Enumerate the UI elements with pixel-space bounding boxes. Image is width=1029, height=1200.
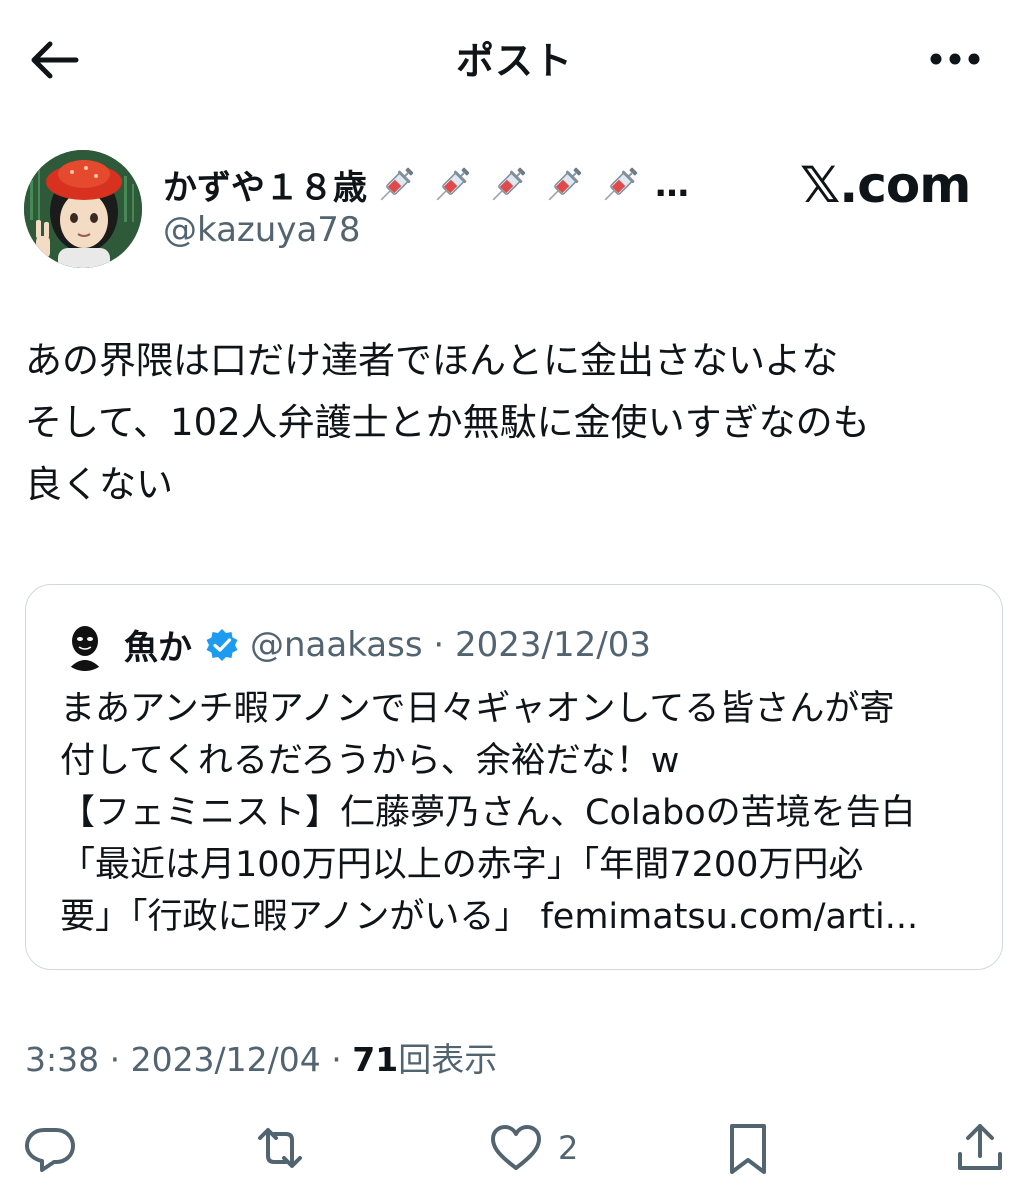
post-meta: 3:38 · 2023/12/04 · 71回表示 xyxy=(25,1033,497,1081)
like-count: 2 xyxy=(558,1129,579,1167)
syringe-icon xyxy=(380,167,414,200)
syringe-icon xyxy=(604,167,638,200)
name-ellipsis: … xyxy=(655,164,689,205)
share-button[interactable] xyxy=(952,1116,1008,1180)
bookmark-icon xyxy=(730,1124,766,1174)
views-label: 回表示 xyxy=(398,1040,498,1079)
avatar-illustration xyxy=(24,150,142,268)
quote-author-avatar[interactable] xyxy=(59,619,111,671)
views-count: 71 xyxy=(352,1040,399,1079)
like-button[interactable]: 2 xyxy=(488,1116,578,1180)
bookmark-button[interactable] xyxy=(720,1116,776,1180)
syringe-icon xyxy=(436,167,470,200)
back-button[interactable] xyxy=(22,32,86,88)
author-avatar[interactable] xyxy=(24,150,142,268)
retweet-button[interactable] xyxy=(252,1116,308,1180)
page-title: ポスト xyxy=(455,39,573,83)
post-timestamp[interactable]: 3:38 · 2023/12/04 · xyxy=(25,1040,352,1079)
xcom-watermark: 𝕏.com xyxy=(800,156,971,214)
syringe-emoji-list xyxy=(373,162,653,208)
quote-avatar-illustration xyxy=(59,619,111,671)
more-options-button[interactable] xyxy=(920,34,990,84)
quote-author-name[interactable]: 魚か xyxy=(124,620,192,669)
author-name[interactable]: かずや１８歳 … xyxy=(163,160,689,209)
quote-text: まあアンチ暇アノンで日々ギャオンしてる皆さんが寄 付してくれるだろうから、余裕だ… xyxy=(60,689,919,937)
heart-icon xyxy=(491,1125,541,1170)
share-icon xyxy=(958,1124,1002,1170)
post-text: あの界隈は口だけ達者でほんとに金出さないよな そして、102人弁護士とか無駄に金… xyxy=(25,339,870,506)
author-display-name: かずや１８歳 xyxy=(163,168,367,208)
syringe-icon xyxy=(492,167,526,200)
reply-icon xyxy=(25,1128,75,1172)
reply-button[interactable] xyxy=(22,1116,78,1180)
retweet-icon xyxy=(258,1128,302,1168)
quote-meta: @naakass · 2023/12/03 xyxy=(250,624,651,665)
arrow-left-icon xyxy=(31,41,79,79)
author-handle[interactable]: @kazuya78 xyxy=(163,210,361,250)
syringe-icon xyxy=(548,167,582,200)
quote-header: 魚か @naakass · 2023/12/03 xyxy=(124,620,651,669)
verified-badge-icon xyxy=(206,628,238,661)
more-dots-icon xyxy=(930,53,980,65)
